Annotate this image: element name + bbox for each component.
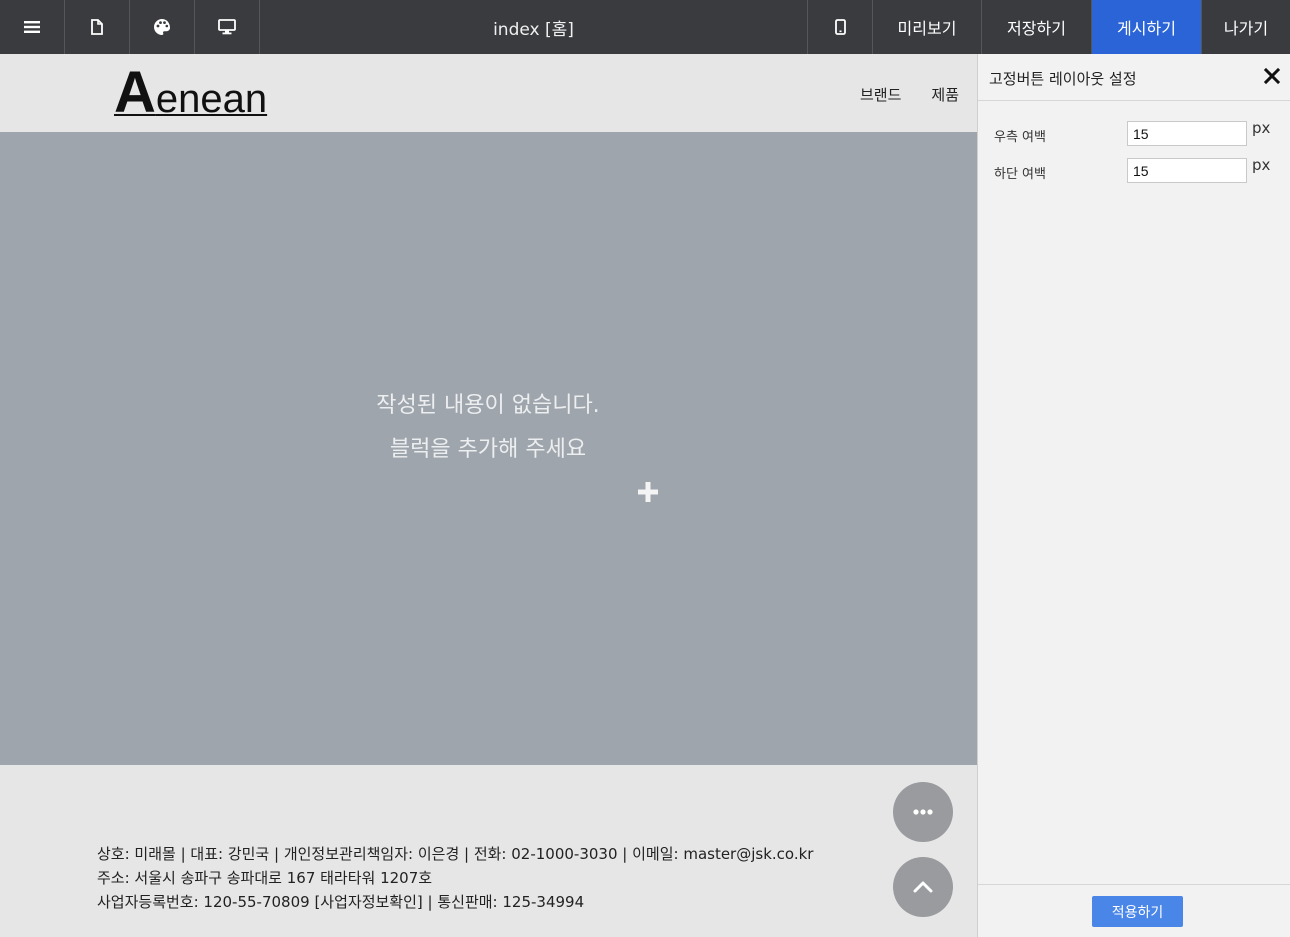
palette-icon	[153, 18, 171, 36]
logo-initial: A	[114, 60, 156, 125]
footer-address-line: 주소: 서울시 송파구 송파대로 167 태라타워 1207호	[97, 869, 433, 887]
right-margin-unit: px	[1252, 119, 1271, 137]
mobile-phone-icon	[834, 19, 846, 35]
document-icon	[90, 19, 104, 35]
bottom-margin-label: 하단 여백	[994, 167, 1046, 182]
publish-button[interactable]: 게시하기	[1091, 0, 1201, 54]
panel-title: 고정버튼 레이아웃 설정	[989, 70, 1137, 88]
empty-message: 작성된 내용이 없습니다. 블럭을 추가해 주세요	[320, 384, 656, 472]
page-button[interactable]	[65, 0, 130, 54]
content-area: 작성된 내용이 없습니다. 블럭을 추가해 주세요	[0, 132, 977, 765]
scroll-top-button[interactable]	[893, 857, 953, 917]
nav-item-products[interactable]: 제품	[931, 84, 959, 105]
chevron-up-icon	[913, 881, 933, 893]
nav-item-brand[interactable]: 브랜드	[860, 84, 901, 105]
save-button[interactable]: 저장하기	[981, 0, 1091, 54]
hamburger-menu-icon	[24, 20, 40, 34]
settings-panel: 고정버튼 레이아웃 설정 우측 여백 px 하단 여백 px 적용하기	[977, 54, 1290, 937]
page-title: index [홈]	[493, 19, 574, 40]
right-margin-label: 우측 여백	[994, 130, 1046, 145]
menu-button[interactable]	[0, 0, 65, 54]
panel-header: 고정버튼 레이아웃 설정	[978, 54, 1290, 101]
site-header: Aenean 브랜드 제품	[0, 54, 977, 132]
bottom-margin-input[interactable]	[1127, 158, 1247, 183]
desktop-view-button[interactable]	[195, 0, 260, 54]
plus-icon	[638, 482, 658, 502]
bottom-margin-row: 하단 여백 px	[994, 156, 1284, 184]
right-margin-row: 우측 여백 px	[994, 119, 1284, 147]
top-toolbar: index [홈] 미리보기 저장하기 게시하기 나가기	[0, 0, 1290, 54]
site-logo[interactable]: Aenean	[114, 64, 267, 122]
footer-info: 상호: 미래몰 | 대표: 강민국 | 개인정보관리책임자: 이은경 | 전화:…	[97, 842, 813, 914]
site-footer: 상호: 미래몰 | 대표: 강민국 | 개인정보관리책임자: 이은경 | 전화:…	[0, 765, 977, 937]
close-button[interactable]	[1263, 67, 1281, 85]
more-dots-icon	[913, 809, 933, 815]
logo-text: enean	[155, 77, 268, 121]
add-block-button[interactable]	[636, 480, 660, 504]
preview-button[interactable]: 미리보기	[872, 0, 981, 54]
site-nav: 브랜드 제품	[860, 84, 959, 105]
panel-footer: 적용하기	[978, 884, 1290, 937]
mobile-view-button[interactable]	[807, 0, 872, 54]
desktop-monitor-icon	[218, 19, 236, 35]
footer-registration-line: 사업자등록번호: 120-55-70809 [사업자정보확인] | 통신판매: …	[97, 893, 585, 911]
bottom-margin-unit: px	[1252, 156, 1271, 174]
exit-button[interactable]: 나가기	[1201, 0, 1290, 54]
theme-button[interactable]	[130, 0, 195, 54]
more-options-button[interactable]	[893, 782, 953, 842]
close-icon	[1263, 67, 1281, 85]
apply-button[interactable]: 적용하기	[1092, 896, 1183, 927]
footer-company-line: 상호: 미래몰 | 대표: 강민국 | 개인정보관리책임자: 이은경 | 전화:…	[97, 845, 814, 863]
right-margin-input[interactable]	[1127, 121, 1247, 146]
empty-message-line2: 블럭을 추가해 주세요	[389, 437, 587, 462]
empty-message-line1: 작성된 내용이 없습니다.	[376, 393, 600, 418]
